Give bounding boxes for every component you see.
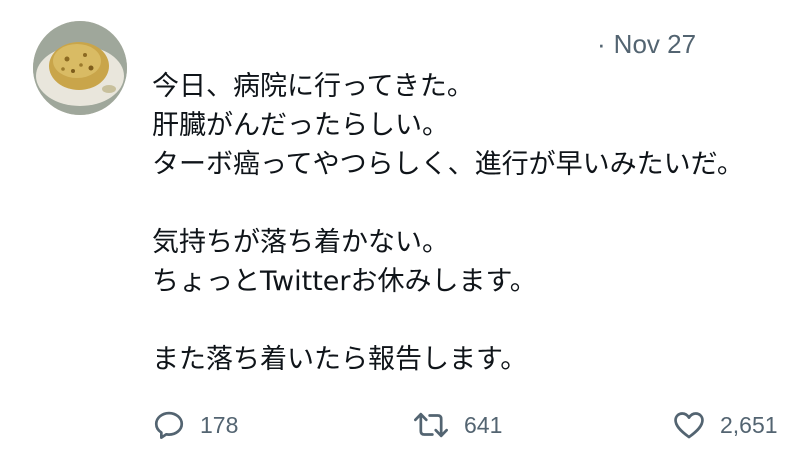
like-count: 2,651 bbox=[720, 411, 778, 438]
tweet-line: 肝臓がんだったらしい。 bbox=[152, 110, 449, 141]
retweet-button[interactable]: 641 bbox=[412, 400, 502, 450]
tweet-text: 今日、病院に行ってきた。 肝臓がんだったらしい。 ターボ癌ってやつらしく、進行が… bbox=[152, 67, 797, 379]
reply-button[interactable]: 178 bbox=[152, 400, 238, 450]
avatar[interactable] bbox=[33, 21, 127, 115]
date-separator: · bbox=[597, 29, 606, 59]
tweet-line: また落ち着いたら報告します。 bbox=[152, 344, 528, 375]
tweet-line: 今日、病院に行ってきた。 bbox=[152, 71, 474, 102]
retweet-icon bbox=[412, 408, 450, 442]
reply-icon bbox=[152, 408, 186, 442]
like-icon bbox=[672, 408, 706, 442]
reply-count: 178 bbox=[200, 411, 239, 438]
tweet[interactable]: · Nov 27 今日、病院に行ってきた。 肝臓がんだったらしい。 ターボ癌ってや… bbox=[0, 0, 800, 450]
tweet-actions: 178 641 2,651 bbox=[0, 400, 800, 450]
avatar-image bbox=[33, 21, 127, 115]
like-button[interactable]: 2,651 bbox=[672, 400, 778, 450]
tweet-line: 気持ちが落ち着かない。 bbox=[152, 227, 449, 258]
tweet-line: ターボ癌ってやつらしく、進行が早いみたいだ。 bbox=[152, 149, 744, 180]
tweet-line: ちょっとTwitterお休みします。 bbox=[152, 266, 537, 297]
date-label: Nov 27 bbox=[613, 29, 697, 59]
retweet-count: 641 bbox=[464, 411, 503, 438]
tweet-timestamp[interactable]: · Nov 27 bbox=[597, 29, 696, 60]
